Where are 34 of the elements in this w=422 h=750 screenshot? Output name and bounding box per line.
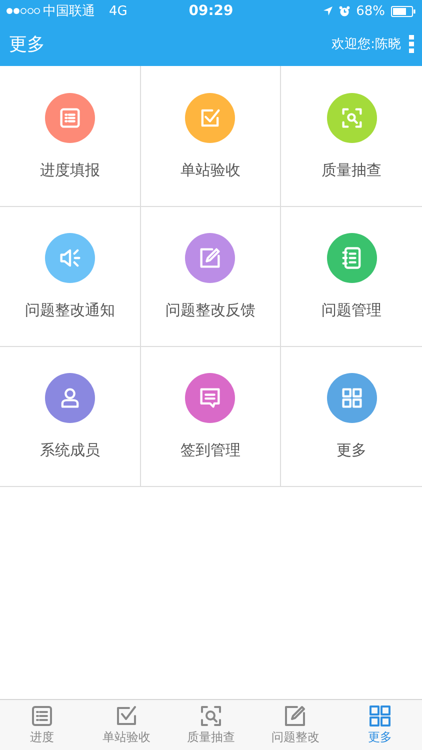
battery-percent: 68% bbox=[356, 4, 385, 18]
tile-label: 签到管理 bbox=[180, 441, 240, 460]
menu-tile[interactable]: 问题管理 bbox=[281, 206, 422, 346]
menu-tile[interactable]: 问题整改反馈 bbox=[140, 206, 282, 346]
tile-label: 问题管理 bbox=[322, 301, 382, 320]
tile-label: 更多 bbox=[336, 441, 367, 460]
tile-label: 问题整改反馈 bbox=[165, 301, 256, 320]
tile-label: 问题整改通知 bbox=[24, 301, 115, 320]
menu-icon[interactable] bbox=[409, 35, 414, 53]
grid-icon bbox=[368, 704, 392, 728]
menu-tile[interactable]: 签到管理 bbox=[140, 346, 282, 486]
network-type: 4G bbox=[109, 4, 128, 18]
menu-tile[interactable]: 质量抽查 bbox=[281, 66, 422, 206]
tile-label: 系统成员 bbox=[40, 441, 100, 460]
menu-tile[interactable]: 系统成员 bbox=[0, 346, 141, 486]
location-arrow-icon bbox=[323, 6, 334, 16]
list-icon bbox=[30, 704, 54, 728]
tile-label: 质量抽查 bbox=[322, 160, 382, 180]
battery-icon bbox=[391, 6, 416, 16]
menu-tile[interactable]: 单站验收 bbox=[140, 66, 282, 206]
search-icon bbox=[199, 704, 224, 728]
checkbox-icon bbox=[114, 704, 139, 728]
page-title: 更多 bbox=[9, 33, 45, 56]
tile-label: 单站验收 bbox=[180, 160, 240, 180]
alarm-clock-icon bbox=[339, 6, 350, 16]
menu-tile[interactable]: 更多 bbox=[281, 346, 422, 486]
clock-time: 09:29 bbox=[188, 3, 234, 19]
welcome-text: 欢迎您:陈晓 bbox=[332, 36, 401, 53]
carrier-name: 中国联通 bbox=[43, 3, 95, 20]
edit-icon bbox=[283, 704, 308, 728]
tile-label: 进度填报 bbox=[40, 160, 100, 180]
menu-tile[interactable]: 问题整改通知 bbox=[0, 206, 141, 346]
signal-icon bbox=[6, 7, 40, 15]
menu-tile[interactable]: 进度填报 bbox=[0, 66, 141, 206]
